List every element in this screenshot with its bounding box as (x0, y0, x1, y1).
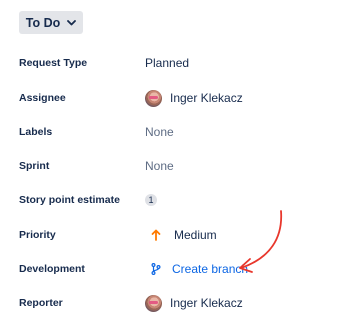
assignee-name: Inger Klekacz (170, 91, 243, 105)
field-row-priority: Priority Medium (19, 224, 346, 246)
development-label: Development (19, 263, 85, 275)
assignee-avatar (145, 89, 162, 107)
field-row-sprint: Sprint None (19, 155, 346, 177)
request-type-value[interactable]: Planned (145, 56, 189, 70)
field-row-request-type: Request Type Planned (19, 52, 346, 74)
request-type-text: Planned (145, 56, 190, 70)
field-row-assignee: Assignee Inger Klekacz (19, 87, 346, 109)
reporter-value[interactable]: Inger Klekacz (145, 294, 243, 312)
labels-label: Labels (19, 126, 53, 138)
create-branch-text: Create branch (172, 262, 249, 276)
field-row-labels: Labels None (19, 121, 346, 143)
arrow-up-icon (149, 228, 163, 242)
reporter-label: Reporter (19, 297, 63, 309)
chevron-down-icon (67, 19, 77, 26)
request-type-label: Request Type (19, 57, 88, 69)
reporter-avatar (145, 294, 162, 312)
assignee-label: Assignee (19, 92, 66, 104)
priority-value[interactable]: Medium (145, 228, 217, 242)
branch-icon (150, 262, 162, 276)
reporter-name: Inger Klekacz (170, 296, 243, 310)
status-dropdown-button[interactable]: To Do (19, 11, 83, 34)
create-branch-link[interactable]: Create branch (145, 262, 248, 276)
story-points-label: Story point estimate (19, 194, 120, 206)
sprint-value[interactable]: None (145, 159, 174, 173)
sprint-label: Sprint (19, 160, 50, 172)
story-points-value[interactable]: 1 (145, 194, 157, 206)
field-row-development: Development Create branch (19, 258, 346, 280)
field-row-reporter: Reporter Inger Klekacz (19, 292, 346, 314)
labels-text: None (145, 125, 174, 139)
priority-text: Medium (174, 228, 217, 242)
story-points-badge: 1 (145, 194, 157, 206)
labels-value[interactable]: None (145, 125, 174, 139)
assignee-value[interactable]: Inger Klekacz (145, 89, 243, 107)
status-label: To Do (25, 15, 61, 30)
priority-label: Priority (19, 229, 56, 241)
sprint-text: None (145, 159, 174, 173)
field-row-story-points: Story point estimate 1 (19, 189, 346, 211)
